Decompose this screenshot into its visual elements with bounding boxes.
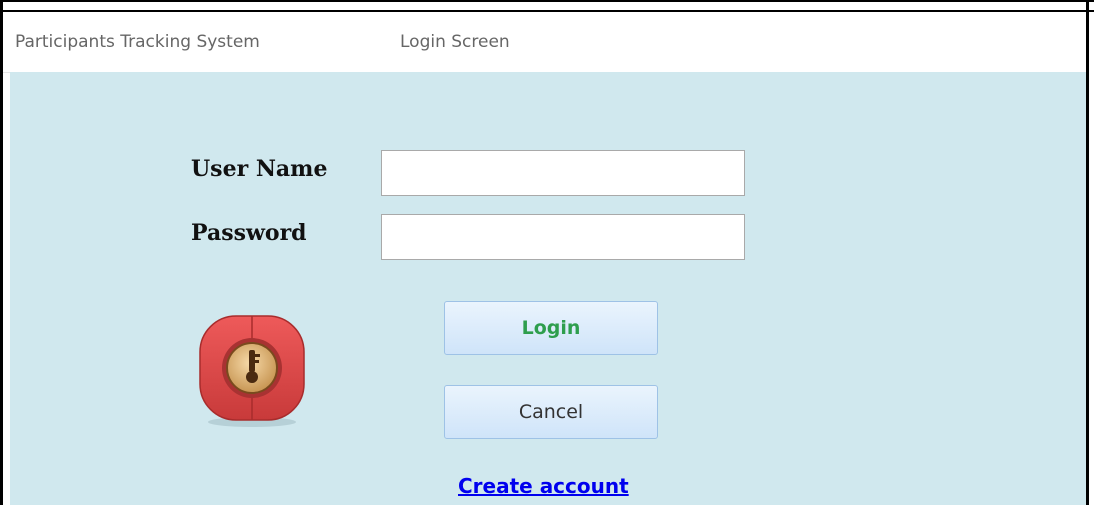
username-field[interactable] (381, 150, 745, 196)
screen-title: Login Screen (400, 32, 510, 52)
login-button[interactable]: Login (444, 301, 658, 355)
username-label: User Name (191, 156, 328, 182)
window-frame-left (0, 0, 3, 505)
cancel-button-label: Cancel (518, 401, 584, 423)
login-panel (10, 72, 1086, 505)
cancel-button[interactable]: Cancel (444, 385, 658, 439)
key-lock-icon (196, 314, 308, 430)
window-frame-top (0, 0, 1094, 12)
title-bar: Participants Tracking System Login Scree… (3, 14, 1086, 73)
password-label: Password (191, 220, 307, 246)
app-title: Participants Tracking System (15, 32, 260, 52)
window-frame-right (1086, 0, 1089, 505)
login-button-label: Login (521, 317, 581, 339)
create-account-link[interactable]: Create account (458, 474, 629, 498)
password-field[interactable] (381, 214, 745, 260)
